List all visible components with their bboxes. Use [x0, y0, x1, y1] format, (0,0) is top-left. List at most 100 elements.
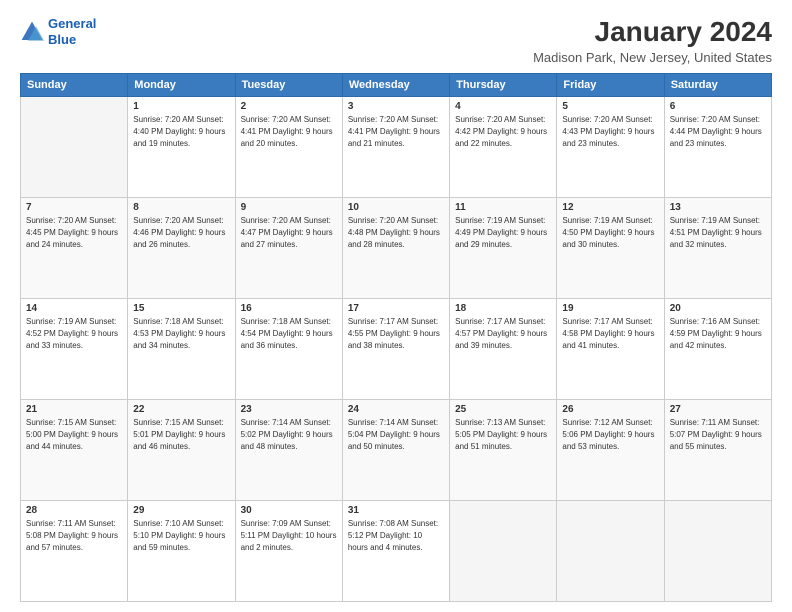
day-cell: 22 Sunrise: 7:15 AM Sunset: 5:01 PM Dayli…: [128, 400, 235, 501]
weekday-header-tuesday: Tuesday: [235, 74, 342, 97]
day-cell: 14Sunrise: 7:19 AM Sunset: 4:52 PM Dayli…: [21, 299, 128, 400]
day-info: Sunrise: 7:14 AM Sunset: 5:02 PM Dayligh…: [241, 417, 337, 453]
week-row-5: 28Sunrise: 7:11 AM Sunset: 5:08 PM Dayli…: [21, 501, 772, 602]
day-info: Sunrise: 7:14 AM Sunset: 5:04 PM Dayligh…: [348, 417, 444, 453]
day-number: 3: [348, 101, 444, 112]
day-cell: 10 Sunrise: 7:20 AM Sunset: 4:48 PM Dayli…: [342, 198, 449, 299]
day-number: 30: [241, 505, 337, 516]
day-cell: 21 Sunrise: 7:15 AM Sunset: 5:00 PM Dayli…: [21, 400, 128, 501]
day-cell: 26 Sunrise: 7:12 AM Sunset: 5:06 PM Dayli…: [557, 400, 664, 501]
logo-icon: [20, 20, 44, 44]
day-cell: 9Sunrise: 7:20 AM Sunset: 4:47 PM Daylig…: [235, 198, 342, 299]
day-cell: 27 Sunrise: 7:11 AM Sunset: 5:07 PM Dayli…: [664, 400, 771, 501]
day-cell: 28Sunrise: 7:11 AM Sunset: 5:08 PM Dayli…: [21, 501, 128, 602]
day-number: 5: [562, 101, 658, 112]
day-cell: 23 Sunrise: 7:14 AM Sunset: 5:02 PM Dayli…: [235, 400, 342, 501]
logo-text: General Blue: [48, 16, 96, 47]
day-cell: 29 Sunrise: 7:10 AM Sunset: 5:10 PM Dayli…: [128, 501, 235, 602]
day-number: 23: [241, 404, 337, 415]
day-info: Sunrise: 7:20 AM Sunset: 4:41 PM Dayligh…: [241, 114, 337, 150]
day-cell: 19 Sunrise: 7:17 AM Sunset: 4:58 PM Dayli…: [557, 299, 664, 400]
day-info: Sunrise: 7:09 AM Sunset: 5:11 PM Dayligh…: [241, 518, 337, 554]
day-number: 27: [670, 404, 766, 415]
week-row-2: 7 Sunrise: 7:20 AM Sunset: 4:45 PM Daylig…: [21, 198, 772, 299]
day-number: 29: [133, 505, 229, 516]
day-number: 17: [348, 303, 444, 314]
page: General Blue January 2024 Madison Park, …: [0, 0, 792, 612]
day-number: 19: [562, 303, 658, 314]
day-number: 4: [455, 101, 551, 112]
logo-general: General: [48, 16, 96, 31]
day-info: Sunrise: 7:17 AM Sunset: 4:58 PM Dayligh…: [562, 316, 658, 352]
day-cell: 20 Sunrise: 7:16 AM Sunset: 4:59 PM Dayli…: [664, 299, 771, 400]
day-info: Sunrise: 7:20 AM Sunset: 4:40 PM Dayligh…: [133, 114, 229, 150]
day-info: Sunrise: 7:18 AM Sunset: 4:53 PM Dayligh…: [133, 316, 229, 352]
day-cell: 8 Sunrise: 7:20 AM Sunset: 4:46 PM Daylig…: [128, 198, 235, 299]
weekday-header-saturday: Saturday: [664, 74, 771, 97]
day-number: 21: [26, 404, 122, 415]
day-info: Sunrise: 7:16 AM Sunset: 4:59 PM Dayligh…: [670, 316, 766, 352]
day-number: 10: [348, 202, 444, 213]
day-info: Sunrise: 7:19 AM Sunset: 4:50 PM Dayligh…: [562, 215, 658, 251]
day-cell: [450, 501, 557, 602]
week-row-4: 21 Sunrise: 7:15 AM Sunset: 5:00 PM Dayli…: [21, 400, 772, 501]
day-info: Sunrise: 7:18 AM Sunset: 4:54 PM Dayligh…: [241, 316, 337, 352]
calendar-table: SundayMondayTuesdayWednesdayThursdayFrid…: [20, 73, 772, 602]
day-info: Sunrise: 7:20 AM Sunset: 4:46 PM Dayligh…: [133, 215, 229, 251]
logo: General Blue: [20, 16, 96, 47]
day-number: 11: [455, 202, 551, 213]
day-cell: 3Sunrise: 7:20 AM Sunset: 4:41 PM Daylig…: [342, 97, 449, 198]
day-number: 31: [348, 505, 444, 516]
day-cell: 13Sunrise: 7:19 AM Sunset: 4:51 PM Dayli…: [664, 198, 771, 299]
day-number: 12: [562, 202, 658, 213]
day-number: 28: [26, 505, 122, 516]
day-cell: 30 Sunrise: 7:09 AM Sunset: 5:11 PM Dayli…: [235, 501, 342, 602]
day-cell: 5 Sunrise: 7:20 AM Sunset: 4:43 PM Daylig…: [557, 97, 664, 198]
day-cell: 4Sunrise: 7:20 AM Sunset: 4:42 PM Daylig…: [450, 97, 557, 198]
day-info: Sunrise: 7:15 AM Sunset: 5:01 PM Dayligh…: [133, 417, 229, 453]
day-cell: [664, 501, 771, 602]
day-info: Sunrise: 7:15 AM Sunset: 5:00 PM Dayligh…: [26, 417, 122, 453]
day-number: 13: [670, 202, 766, 213]
week-row-1: 1Sunrise: 7:20 AM Sunset: 4:40 PM Daylig…: [21, 97, 772, 198]
header: General Blue January 2024 Madison Park, …: [20, 16, 772, 65]
day-number: 22: [133, 404, 229, 415]
day-info: Sunrise: 7:11 AM Sunset: 5:07 PM Dayligh…: [670, 417, 766, 453]
weekday-header-wednesday: Wednesday: [342, 74, 449, 97]
day-info: Sunrise: 7:20 AM Sunset: 4:48 PM Dayligh…: [348, 215, 444, 251]
subtitle: Madison Park, New Jersey, United States: [533, 50, 772, 65]
day-cell: 11Sunrise: 7:19 AM Sunset: 4:49 PM Dayli…: [450, 198, 557, 299]
day-number: 2: [241, 101, 337, 112]
day-cell: 1Sunrise: 7:20 AM Sunset: 4:40 PM Daylig…: [128, 97, 235, 198]
day-number: 18: [455, 303, 551, 314]
day-info: Sunrise: 7:20 AM Sunset: 4:45 PM Dayligh…: [26, 215, 122, 251]
day-cell: 15 Sunrise: 7:18 AM Sunset: 4:53 PM Dayli…: [128, 299, 235, 400]
day-cell: 17Sunrise: 7:17 AM Sunset: 4:55 PM Dayli…: [342, 299, 449, 400]
day-cell: 25Sunrise: 7:13 AM Sunset: 5:05 PM Dayli…: [450, 400, 557, 501]
day-cell: 2 Sunrise: 7:20 AM Sunset: 4:41 PM Daylig…: [235, 97, 342, 198]
day-number: 24: [348, 404, 444, 415]
logo-blue: Blue: [48, 32, 76, 47]
day-info: Sunrise: 7:17 AM Sunset: 4:57 PM Dayligh…: [455, 316, 551, 352]
day-number: 8: [133, 202, 229, 213]
week-row-3: 14Sunrise: 7:19 AM Sunset: 4:52 PM Dayli…: [21, 299, 772, 400]
weekday-header-monday: Monday: [128, 74, 235, 97]
weekday-header-row: SundayMondayTuesdayWednesdayThursdayFrid…: [21, 74, 772, 97]
day-number: 16: [241, 303, 337, 314]
day-info: Sunrise: 7:20 AM Sunset: 4:43 PM Dayligh…: [562, 114, 658, 150]
day-info: Sunrise: 7:12 AM Sunset: 5:06 PM Dayligh…: [562, 417, 658, 453]
weekday-header-sunday: Sunday: [21, 74, 128, 97]
day-info: Sunrise: 7:13 AM Sunset: 5:05 PM Dayligh…: [455, 417, 551, 453]
day-cell: [557, 501, 664, 602]
day-number: 20: [670, 303, 766, 314]
day-number: 7: [26, 202, 122, 213]
day-info: Sunrise: 7:20 AM Sunset: 4:47 PM Dayligh…: [241, 215, 337, 251]
day-info: Sunrise: 7:08 AM Sunset: 5:12 PM Dayligh…: [348, 518, 444, 554]
day-info: Sunrise: 7:10 AM Sunset: 5:10 PM Dayligh…: [133, 518, 229, 554]
day-cell: 24 Sunrise: 7:14 AM Sunset: 5:04 PM Dayli…: [342, 400, 449, 501]
day-cell: 31 Sunrise: 7:08 AM Sunset: 5:12 PM Dayli…: [342, 501, 449, 602]
day-number: 26: [562, 404, 658, 415]
day-cell: [21, 97, 128, 198]
day-cell: 6Sunrise: 7:20 AM Sunset: 4:44 PM Daylig…: [664, 97, 771, 198]
day-number: 15: [133, 303, 229, 314]
